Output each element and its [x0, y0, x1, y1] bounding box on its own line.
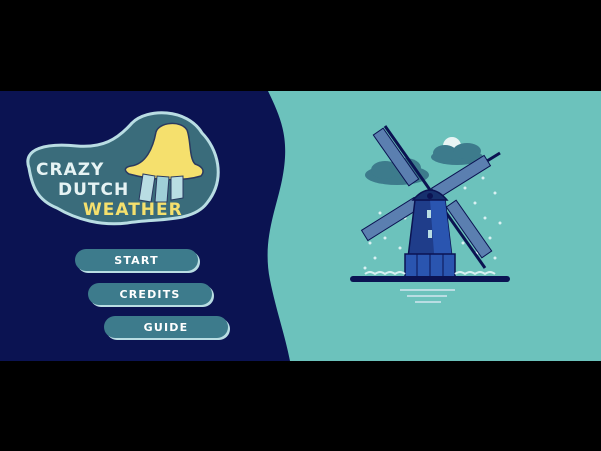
credits-button[interactable]: CREDITS	[88, 283, 212, 305]
guide-button[interactable]: GUIDE	[104, 316, 228, 338]
logo-line-dutch: DUTCH	[58, 180, 130, 200]
game-logo: CRAZY DUTCH WEATHER	[17, 108, 227, 234]
logo-line-weather: WEATHER	[83, 200, 183, 220]
logo-line-crazy: CRAZY	[36, 160, 105, 180]
start-button[interactable]: START	[75, 249, 198, 271]
game-screen: CRAZY DUTCH WEATHER START CREDITS GUIDE	[0, 0, 601, 451]
rain-hat-icon	[124, 122, 204, 203]
windmill-icon	[350, 125, 510, 303]
